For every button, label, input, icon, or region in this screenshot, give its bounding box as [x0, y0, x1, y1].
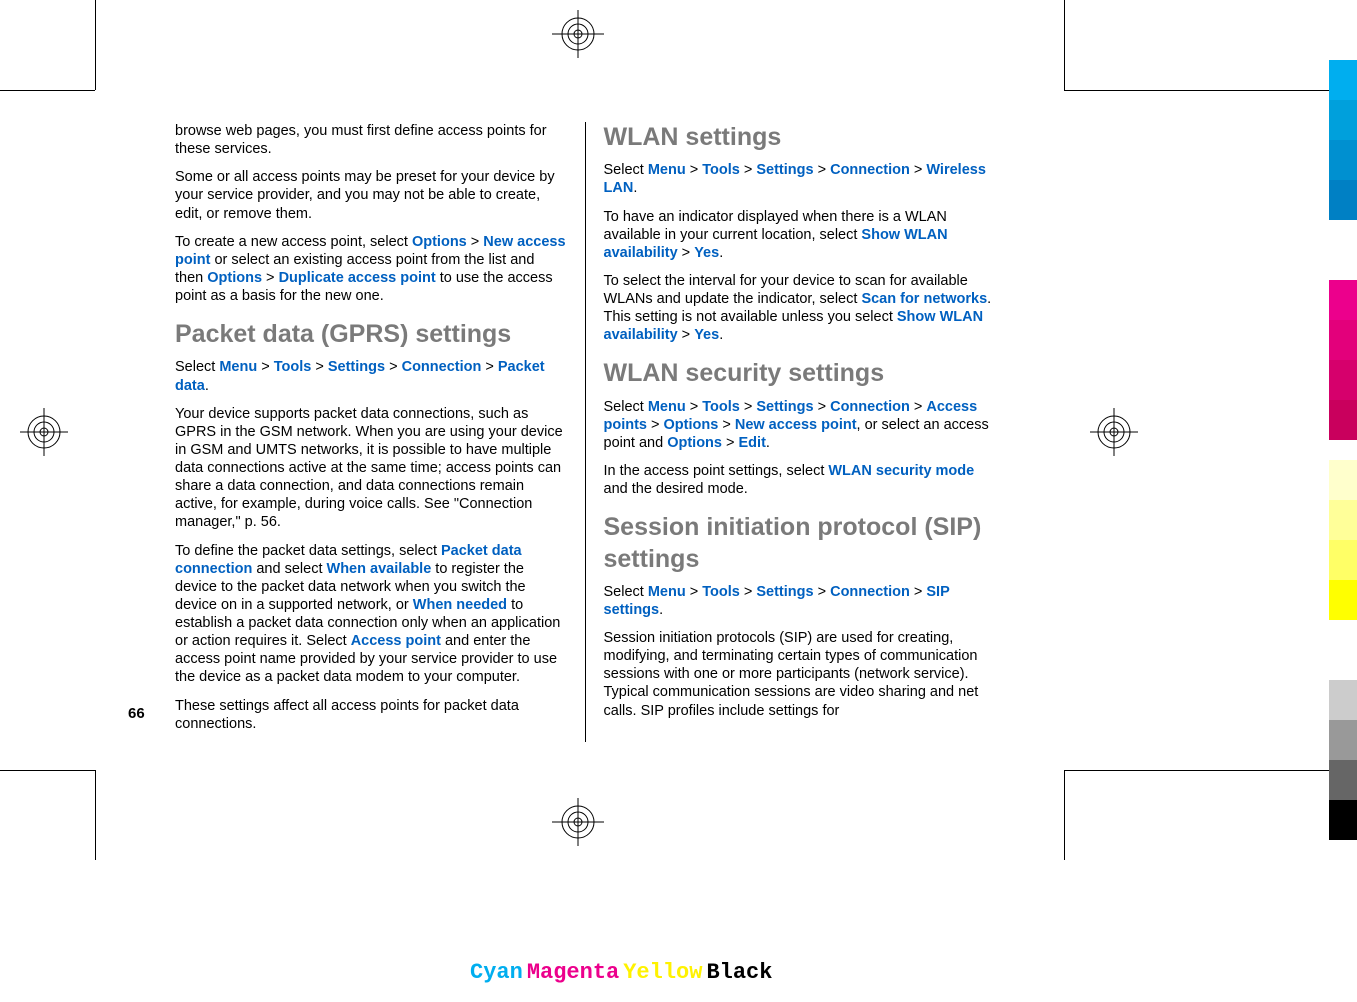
menu-path-link: Settings	[756, 584, 813, 600]
page-content: browse web pages, you must first define …	[175, 122, 995, 742]
color-label-black: Black	[706, 960, 772, 985]
registration-mark-icon	[542, 798, 614, 846]
section-heading: Session initiation protocol (SIP) settin…	[604, 512, 996, 575]
menu-path-link: Connection	[830, 162, 910, 178]
body-text: browse web pages, you must first define …	[175, 122, 567, 158]
page-number: 66	[128, 705, 145, 722]
section-heading: WLAN settings	[604, 122, 996, 153]
body-text: To define the packet data settings, sele…	[175, 542, 567, 687]
color-bar	[1329, 60, 1357, 840]
registration-mark-icon	[1090, 408, 1138, 456]
menu-path-link: Menu	[648, 584, 686, 600]
menu-path-link: Edit	[739, 435, 766, 451]
crop-mark	[95, 770, 96, 860]
menu-path-link: Settings	[756, 162, 813, 178]
body-text: To have an indicator displayed when ther…	[604, 208, 996, 262]
menu-path-link: Yes	[694, 327, 719, 343]
crop-mark	[1064, 770, 1065, 860]
color-label-cyan: Cyan	[470, 960, 523, 985]
menu-path-link: Settings	[756, 399, 813, 415]
body-text: Select Menu > Tools > Settings > Connect…	[604, 161, 996, 197]
menu-path-link: Settings	[328, 359, 385, 375]
menu-path-link: Connection	[402, 359, 482, 375]
body-text: Select Menu > Tools > Settings > Connect…	[604, 398, 996, 452]
registration-mark-icon	[20, 408, 68, 456]
menu-path-link: Tools	[274, 359, 312, 375]
menu-path-link: Tools	[702, 162, 740, 178]
menu-path-link: New access point	[735, 417, 857, 433]
body-text: Select Menu > Tools > Settings > Connect…	[604, 583, 996, 619]
menu-path-link: Menu	[648, 162, 686, 178]
crop-mark	[1064, 90, 1357, 91]
crop-mark	[0, 90, 95, 91]
menu-path-link: Tools	[702, 399, 740, 415]
body-text: In the access point settings, select WLA…	[604, 462, 996, 498]
crop-mark	[95, 0, 96, 90]
menu-path-link: Options	[664, 417, 719, 433]
section-heading: Packet data (GPRS) settings	[175, 319, 567, 350]
body-text: Your device supports packet data connect…	[175, 405, 567, 532]
left-column: browse web pages, you must first define …	[175, 122, 567, 742]
section-heading: WLAN security settings	[604, 358, 996, 389]
menu-path-link: Menu	[219, 359, 257, 375]
menu-path-link: When available	[327, 561, 432, 577]
crop-mark	[1064, 0, 1065, 90]
column-divider	[585, 122, 586, 742]
crop-mark	[0, 770, 95, 771]
menu-path-link: When needed	[413, 597, 507, 613]
menu-path-link: Options	[667, 435, 722, 451]
menu-path-link: Yes	[694, 245, 719, 261]
menu-path-link: Connection	[830, 399, 910, 415]
menu-path-link: Options	[412, 234, 467, 250]
menu-path-link: Access point	[351, 633, 441, 649]
menu-path-link: Scan for networks	[861, 291, 987, 307]
menu-path-link: Menu	[648, 399, 686, 415]
body-text: Session initiation protocols (SIP) are u…	[604, 629, 996, 720]
body-text: To select the interval for your device t…	[604, 272, 996, 345]
body-text: These settings affect all access points …	[175, 697, 567, 733]
registration-mark-icon	[542, 10, 614, 58]
crop-mark	[1064, 770, 1357, 771]
body-text: Select Menu > Tools > Settings > Connect…	[175, 358, 567, 394]
menu-path-link: WLAN security mode	[828, 463, 974, 479]
menu-path-link: Connection	[830, 584, 910, 600]
color-separation-labels: Cyan Magenta Yellow Black	[470, 960, 772, 985]
menu-path-link: Duplicate access point	[279, 270, 436, 286]
color-label-yellow: Yellow	[623, 960, 702, 985]
color-label-magenta: Magenta	[527, 960, 619, 985]
menu-path-link: Options	[207, 270, 262, 286]
right-column: WLAN settings Select Menu > Tools > Sett…	[604, 122, 996, 742]
body-text: To create a new access point, select Opt…	[175, 233, 567, 306]
body-text: Some or all access points may be preset …	[175, 168, 567, 222]
menu-path-link: Tools	[702, 584, 740, 600]
